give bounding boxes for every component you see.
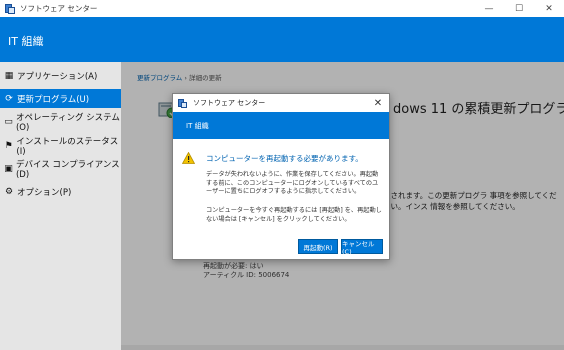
- dialog-heading: コンピューターを再起動する必要があります。: [206, 154, 363, 163]
- sidebar-item-applications[interactable]: ▦ アプリケーション(A): [0, 66, 121, 85]
- dialog-message-save-work: データが失われないように、作業を保存してください。再起動する前に、このコンピュー…: [206, 171, 379, 195]
- software-center-app-icon: [5, 3, 15, 14]
- dialog-org-name: IT 組織: [186, 122, 209, 130]
- org-name: IT 組織: [8, 35, 44, 48]
- sidebar-item-label: インストールのステータス(I): [16, 136, 119, 157]
- sidebar-item-label: アプリケーション(A): [17, 71, 98, 82]
- sidebar-item-label: オペレーティング システム(O): [15, 112, 120, 133]
- warning-icon: [182, 152, 195, 164]
- flag-icon: ⚑: [4, 140, 13, 151]
- dialog-close-button[interactable]: ✕: [371, 96, 385, 110]
- refresh-icon: ⟳: [5, 93, 13, 104]
- close-button[interactable]: ✕: [534, 0, 564, 17]
- dialog-title: ソフトウェア センター: [193, 99, 266, 107]
- software-center-app-icon: [178, 98, 187, 108]
- dialog-org-header: IT 組織: [173, 112, 389, 139]
- sidebar-item-updates[interactable]: ⟳ 更新プログラム(U): [0, 89, 121, 108]
- sidebar-item-installation-status[interactable]: ⚑ インストールのステータス(I): [0, 136, 121, 157]
- org-header: IT 組織: [0, 17, 564, 62]
- sidebar-item-label: 更新プログラム(U): [17, 94, 90, 105]
- minimize-button[interactable]: —: [474, 0, 504, 17]
- sidebar-item-label: デバイス コンプライアンス(D): [15, 159, 120, 180]
- restart-dialog: ソフトウェア センター ✕ IT 組織 コンピューターを再起動する必要があります…: [172, 93, 390, 260]
- cancel-button[interactable]: キャンセル(C): [341, 239, 383, 256]
- sidebar-item-device-compliance[interactable]: ▣ デバイス コンプライアンス(D): [0, 159, 121, 180]
- monitor-icon: ▭: [4, 116, 13, 127]
- dialog-message-instructions: コンピューターを今すぐ再起動するには [再起動] を、再起動しない場合は [キャ…: [206, 207, 382, 223]
- dialog-titlebar: ソフトウェア センター ✕: [173, 94, 389, 112]
- sidebar-item-operating-systems[interactable]: ▭ オペレーティング システム(O): [0, 112, 121, 133]
- window-controls: — ☐ ✕: [474, 0, 564, 17]
- restart-button[interactable]: 再起動(R): [298, 239, 338, 254]
- maximize-button[interactable]: ☐: [504, 0, 534, 17]
- sidebar-item-options[interactable]: ⚙ オプション(P): [0, 182, 121, 201]
- gear-icon: ⚙: [4, 186, 14, 197]
- device-icon: ▣: [4, 163, 13, 174]
- sidebar: ▦ アプリケーション(A) ⟳ 更新プログラム(U) ▭ オペレーティング シス…: [0, 62, 121, 350]
- window-title: ソフトウェア センター: [20, 4, 98, 13]
- apps-grid-icon: ▦: [4, 70, 14, 81]
- sidebar-item-label: オプション(P): [17, 187, 72, 198]
- window-titlebar: ソフトウェア センター — ☐ ✕: [0, 0, 564, 17]
